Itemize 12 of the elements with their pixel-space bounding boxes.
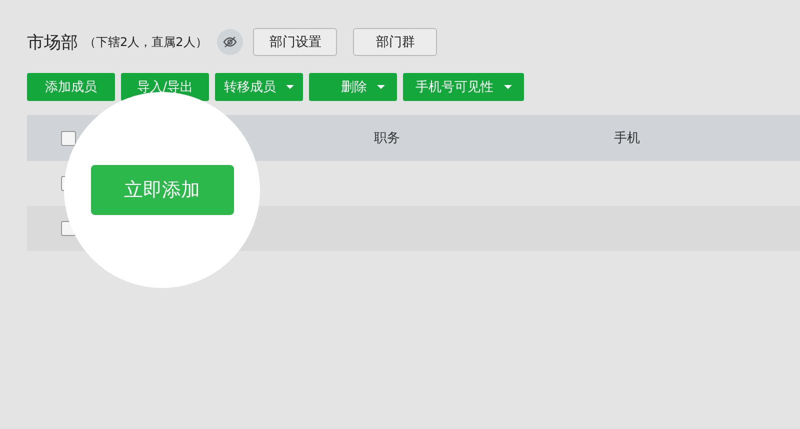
toolbar-button[interactable]: 手机号可见性 [403,73,524,101]
member-count: （下辖2人，直属2人） [84,34,208,50]
column-header: 职务 [373,130,401,147]
toolbar-button[interactable]: 转移成员 [215,73,303,101]
checkbox[interactable] [61,130,76,146]
toolbar-button[interactable]: 删除 [309,73,397,101]
add-now-button[interactable]: 立即添加 [90,165,234,215]
column-header: 手机 [613,130,641,147]
department-button[interactable]: 部门群 [353,28,438,56]
toolbar-button[interactable]: 添加成员 [27,73,115,101]
department-button[interactable]: 部门设置 [253,28,338,56]
department-title: 市场部 [27,32,78,54]
